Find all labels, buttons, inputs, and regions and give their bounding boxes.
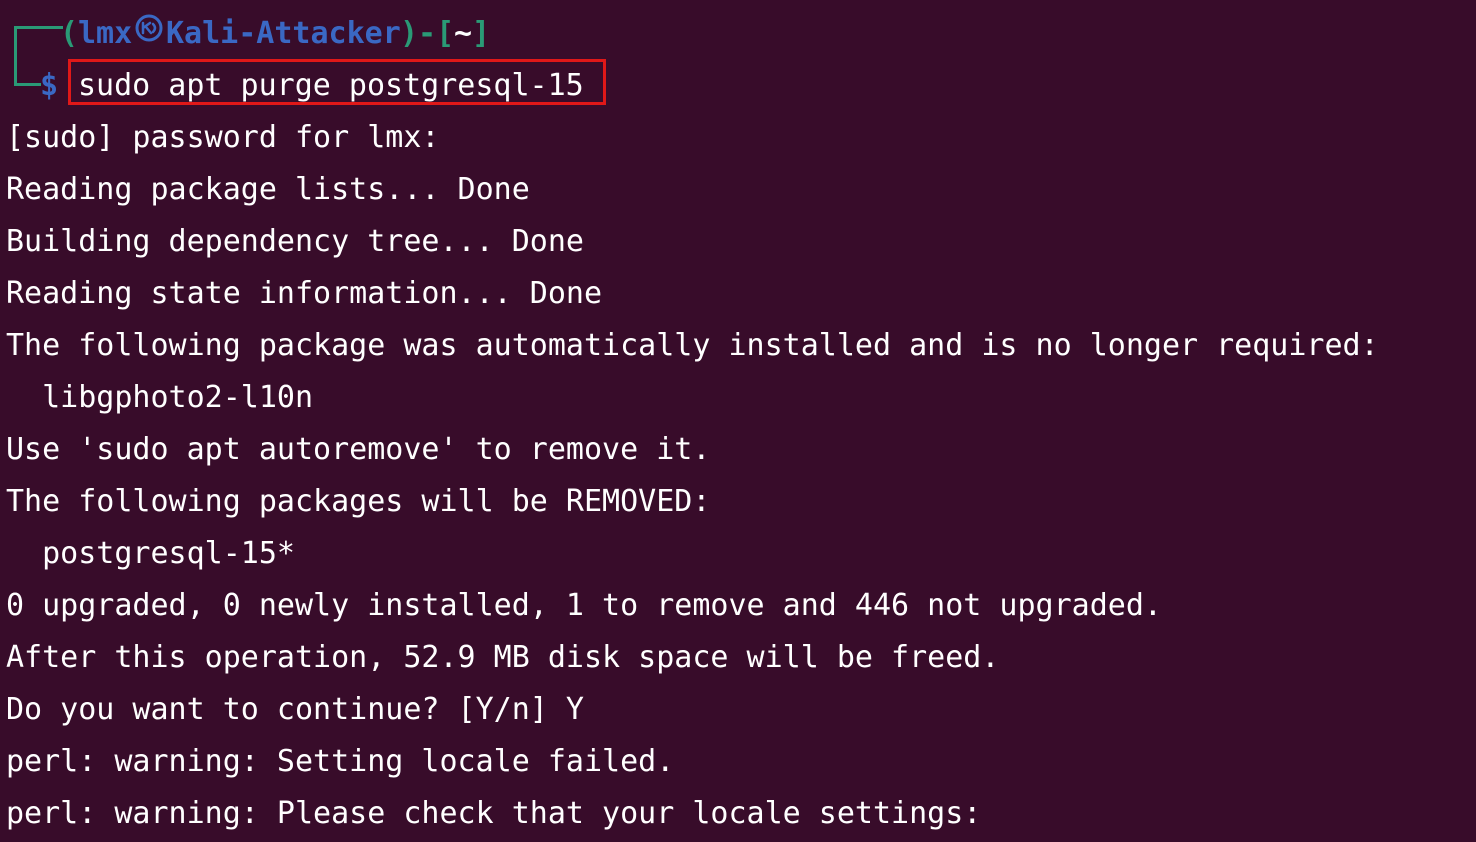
prompt-symbol: $ [40, 68, 59, 103]
prompt-close-paren: )-[ [400, 16, 455, 51]
prompt-user: lmx [78, 16, 133, 51]
output-line: postgresql-15* [6, 536, 295, 571]
terminal-output: [sudo] password for lmx: Reading package… [6, 112, 1476, 840]
output-line: Use 'sudo apt autoremove' to remove it. [6, 432, 711, 467]
output-line: perl: warning: Please check that your lo… [6, 796, 982, 831]
output-line: After this operation, 52.9 MB disk space… [6, 640, 1000, 675]
output-line: 0 upgraded, 0 newly installed, 1 to remo… [6, 588, 1162, 623]
prompt-close-bracket: ] [472, 16, 491, 51]
output-line: libgphoto2-l10n [6, 380, 314, 415]
terminal-window[interactable]: ( lmx Kali-Attacker )-[ ~ ] $ sudo apt p… [0, 0, 1476, 842]
output-line: Reading package lists... Done [6, 172, 530, 207]
output-line: Do you want to continue? [Y/n] Y [6, 692, 584, 727]
kali-dragon-icon [135, 14, 163, 42]
output-line: Building dependency tree... Done [6, 224, 584, 259]
prompt-path: ~ [454, 16, 473, 51]
prompt-open-paren: ( [60, 16, 79, 51]
output-line: perl: warning: Setting locale failed. [6, 744, 675, 779]
output-line: The following package was automatically … [6, 328, 1379, 363]
prompt-host: Kali-Attacker [166, 16, 401, 51]
prompt-frame-bottom [14, 76, 41, 86]
output-line: The following packages will be REMOVED: [6, 484, 711, 519]
output-line: [sudo] password for lmx: [6, 120, 440, 155]
command-text[interactable]: sudo apt purge postgresql-15 [78, 60, 584, 112]
output-line: Reading state information... Done [6, 276, 603, 311]
